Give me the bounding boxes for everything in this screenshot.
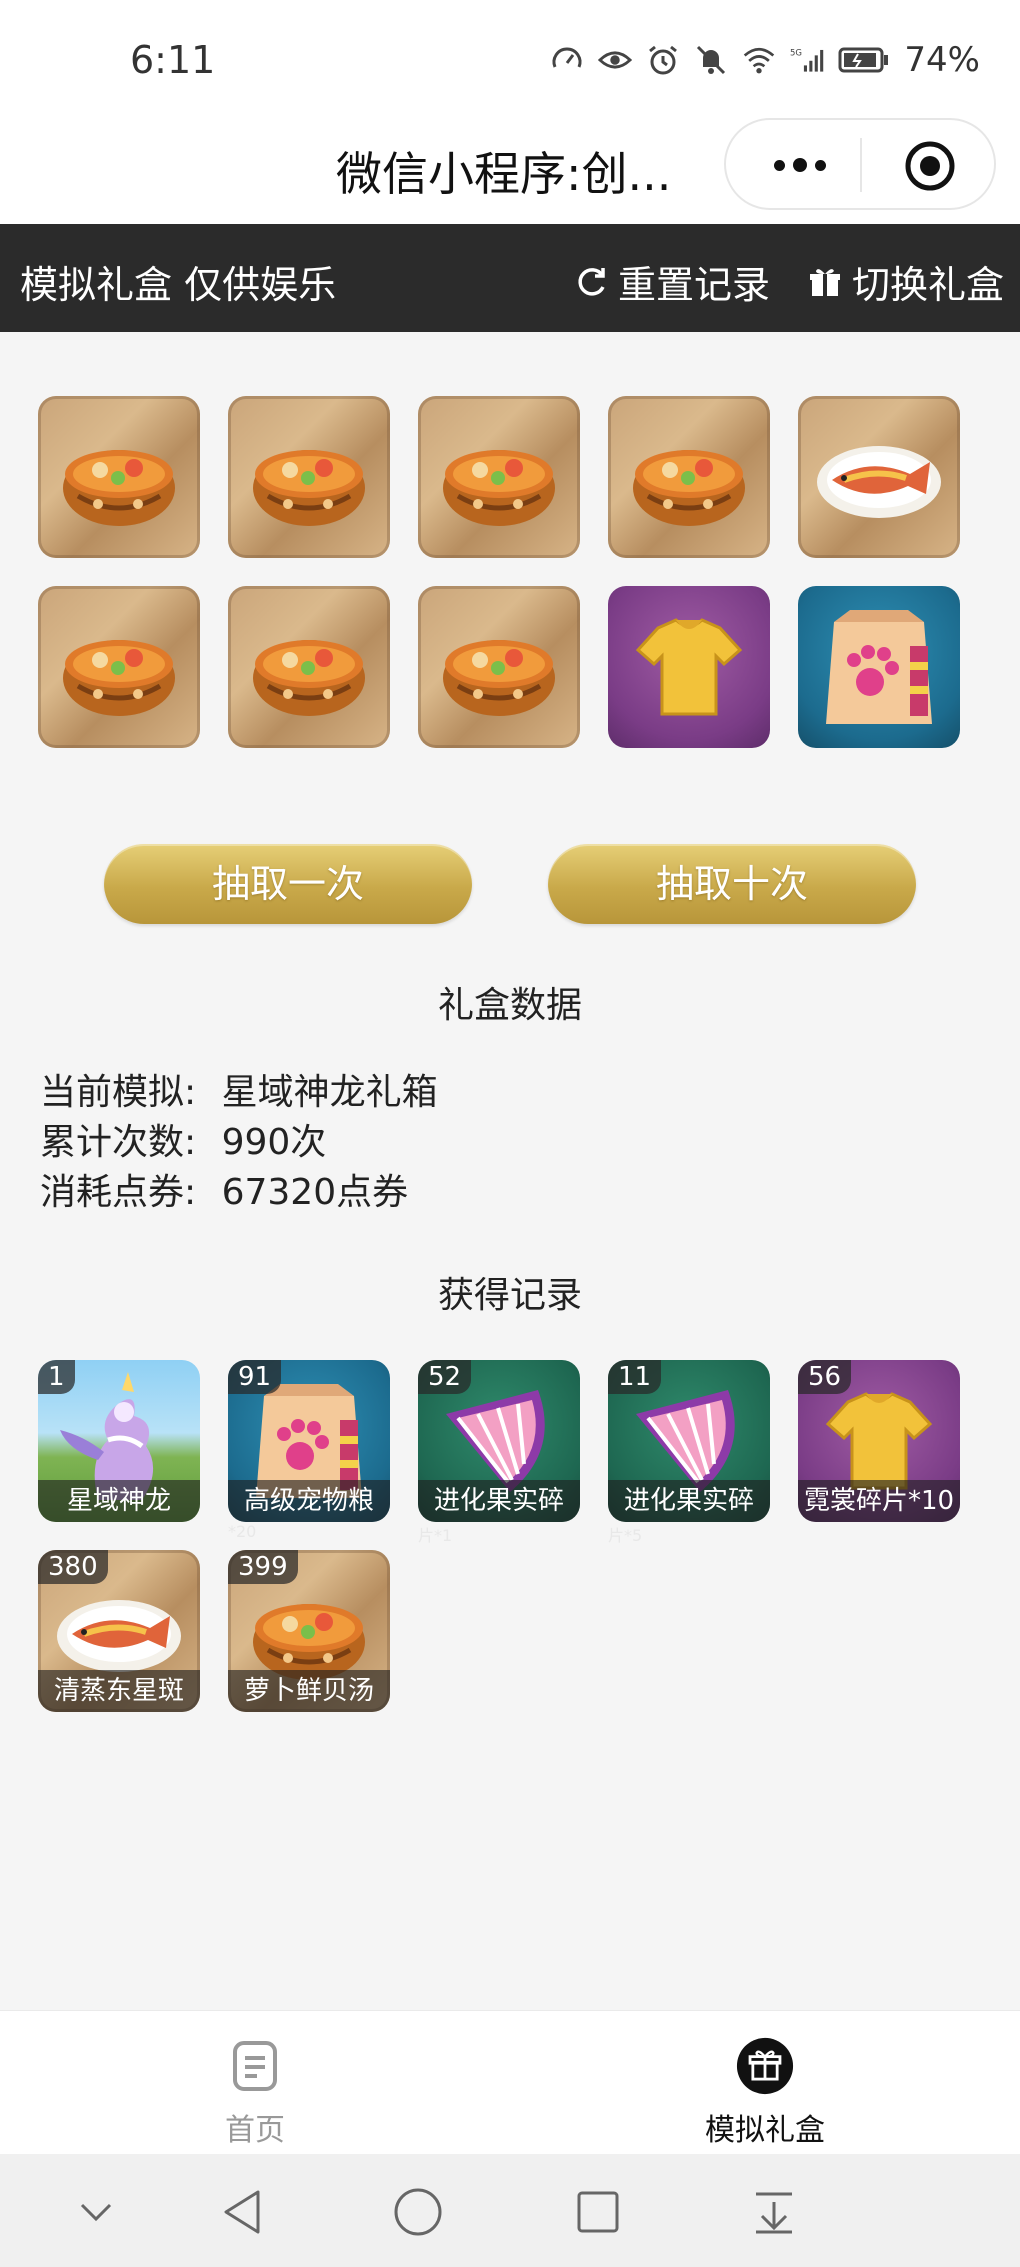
more-dot-icon bbox=[815, 159, 826, 171]
record-item: 56 霓裳碎片*10 bbox=[798, 1360, 960, 1522]
record-item: 399 萝卜鲜贝汤 bbox=[228, 1550, 390, 1712]
tab-bar: 首页 模拟礼盒 bbox=[0, 2010, 1020, 2154]
back-triangle-icon bbox=[224, 2190, 260, 2234]
document-icon bbox=[226, 2037, 284, 2095]
draw-once-button[interactable]: 抽取一次 bbox=[104, 844, 472, 924]
nav-home-button[interactable] bbox=[390, 2184, 446, 2240]
more-button[interactable] bbox=[760, 142, 840, 188]
draw-result-soup-icon bbox=[418, 396, 580, 558]
draw-result-soup-icon bbox=[228, 396, 390, 558]
record-label-overflow: 片*5 bbox=[608, 1526, 643, 1545]
record-label: 进化果实碎 bbox=[608, 1480, 770, 1522]
record-label: 高级宠物粮 bbox=[228, 1480, 390, 1522]
record-item: 11 进化果实碎 bbox=[608, 1360, 770, 1522]
nav-collapse-button[interactable] bbox=[68, 2184, 124, 2240]
record-count-badge: 1 bbox=[38, 1360, 75, 1394]
status-time: 6:11 bbox=[130, 38, 216, 82]
draw-count-label: 累计次数: bbox=[40, 1122, 197, 1163]
draw-result-fish-icon bbox=[798, 396, 960, 558]
current-box-row: 当前模拟: 星域神龙礼箱 bbox=[40, 1068, 438, 1118]
cost-value: 67320点券 bbox=[221, 1172, 409, 1213]
record-label-overflow: *20 bbox=[228, 1522, 257, 1541]
record-label: 萝卜鲜贝汤 bbox=[228, 1670, 390, 1712]
nav-notification-button[interactable] bbox=[746, 2184, 802, 2240]
draw-result-soup-icon bbox=[418, 586, 580, 748]
record-label-overflow: 片*1 bbox=[418, 1526, 453, 1545]
signal-5g-icon: 5G bbox=[790, 43, 824, 77]
status-icons: 5G 74% bbox=[550, 40, 980, 80]
record-item: 380 清蒸东星斑 bbox=[38, 1550, 200, 1712]
gift-icon bbox=[810, 268, 840, 296]
mute-icon bbox=[694, 43, 728, 77]
record-count-badge: 56 bbox=[798, 1360, 852, 1394]
more-dot-icon bbox=[774, 159, 785, 171]
tab-home[interactable]: 首页 bbox=[155, 2037, 355, 2149]
recents-square-icon bbox=[577, 2191, 619, 2233]
nav-recents-button[interactable] bbox=[570, 2184, 626, 2240]
wifi-icon bbox=[742, 43, 776, 77]
eye-icon bbox=[598, 43, 633, 77]
draw-result-pet-food-icon bbox=[798, 586, 960, 748]
alarm-icon bbox=[646, 43, 680, 77]
cost-row: 消耗点券: 67320点券 bbox=[40, 1168, 438, 1218]
cost-label: 消耗点券: bbox=[40, 1172, 197, 1213]
target-icon bbox=[905, 141, 955, 191]
record-label: 进化果实碎 bbox=[418, 1480, 580, 1522]
records-heading: 获得记录 bbox=[437, 1275, 582, 1316]
capsule-divider bbox=[860, 138, 862, 192]
toolbar-title: 模拟礼盒 仅供娱乐 bbox=[20, 263, 337, 307]
chevron-down-icon bbox=[80, 2203, 112, 2222]
record-label: 星域神龙 bbox=[38, 1480, 200, 1522]
gift-circle-icon bbox=[736, 2037, 794, 2095]
draw-result-soup-icon bbox=[228, 586, 390, 748]
draw-count-value: 990次 bbox=[221, 1122, 327, 1163]
battery-icon bbox=[838, 43, 890, 77]
tab-gift-box-label: 模拟礼盒 bbox=[705, 2113, 825, 2148]
reset-records-button[interactable]: 重置记录 bbox=[574, 254, 770, 309]
box-data-stats: 当前模拟: 星域神龙礼箱 累计次数: 990次 消耗点券: 67320点券 bbox=[40, 1068, 438, 1218]
switch-gift-box-label: 切换礼盒 bbox=[852, 263, 1005, 307]
draw-count-row: 累计次数: 990次 bbox=[40, 1118, 438, 1168]
pull-down-icon bbox=[756, 2192, 792, 2234]
current-box-label: 当前模拟: bbox=[40, 1072, 197, 1113]
tab-gift-box[interactable]: 模拟礼盒 bbox=[665, 2037, 865, 2149]
switch-gift-box-button[interactable]: 切换礼盒 bbox=[808, 254, 1004, 309]
draw-ten-button[interactable]: 抽取十次 bbox=[548, 844, 916, 924]
record-item: 52 进化果实碎 bbox=[418, 1360, 580, 1522]
close-target-button[interactable] bbox=[904, 140, 956, 192]
record-count-badge: 11 bbox=[608, 1360, 662, 1394]
draw-result-soup-icon bbox=[38, 396, 200, 558]
record-item: 1 星域神龙 bbox=[38, 1360, 200, 1522]
box-data-heading: 礼盒数据 bbox=[437, 985, 582, 1026]
system-nav-bar bbox=[0, 2154, 1020, 2267]
draw-result-soup-icon bbox=[38, 586, 200, 748]
nav-back-button[interactable] bbox=[214, 2184, 270, 2240]
top-toolbar: 模拟礼盒 仅供娱乐 重置记录 切换礼盒 bbox=[0, 224, 1020, 332]
refresh-icon bbox=[578, 267, 605, 296]
record-item: 91 高级宠物粮 bbox=[228, 1360, 390, 1522]
speed-icon bbox=[550, 43, 584, 77]
record-label: 清蒸东星斑 bbox=[38, 1670, 200, 1712]
draw-result-soup-icon bbox=[608, 396, 770, 558]
capsule-menu bbox=[724, 118, 996, 210]
mini-program-title-bar: 微信小程序:创... bbox=[0, 110, 1020, 224]
reset-records-label: 重置记录 bbox=[618, 263, 771, 307]
battery-percent: 74% bbox=[904, 40, 980, 80]
home-circle-icon bbox=[394, 2188, 442, 2236]
draw-result-shirt-icon bbox=[608, 586, 770, 748]
svg-text:5G: 5G bbox=[790, 48, 802, 58]
record-count-badge: 399 bbox=[228, 1550, 298, 1584]
more-dot-icon bbox=[793, 158, 807, 172]
record-label: 霓裳碎片*10 bbox=[798, 1480, 960, 1522]
page-title: 微信小程序:创... bbox=[336, 147, 672, 201]
record-count-badge: 380 bbox=[38, 1550, 108, 1584]
tab-home-label: 首页 bbox=[225, 2113, 285, 2148]
record-count-badge: 91 bbox=[228, 1360, 282, 1394]
record-count-badge: 52 bbox=[418, 1360, 472, 1394]
current-box-value: 星域神龙礼箱 bbox=[221, 1072, 438, 1113]
status-bar: 6:11 5G 74% bbox=[0, 0, 1020, 110]
